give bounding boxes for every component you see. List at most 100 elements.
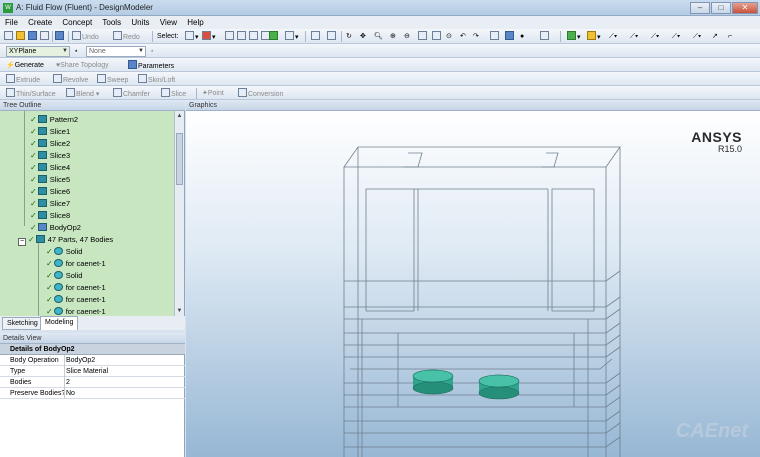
line-tool-4-icon[interactable]: ⟋▾	[672, 31, 680, 42]
magnify-icon[interactable]: ⊙	[446, 31, 452, 42]
tree-item-slice6[interactable]: ✓ Slice6	[30, 186, 70, 198]
skin-loft-button[interactable]: Skin/Loft	[138, 74, 175, 85]
export-icon[interactable]	[40, 31, 50, 42]
body-select-active-icon[interactable]	[269, 31, 279, 42]
box-zoom-icon[interactable]	[418, 31, 428, 42]
annotation-tool-icon[interactable]: ⌐	[728, 31, 732, 42]
close-button[interactable]: ✕	[732, 2, 758, 14]
tree-item-slice5[interactable]: ✓ Slice5	[30, 174, 70, 186]
line-tool-3-icon[interactable]: ⟋▾	[651, 31, 659, 42]
face-filter-icon[interactable]	[249, 31, 259, 42]
tree-item-slice7[interactable]: ✓ Slice7	[30, 198, 70, 210]
tree-item-slice8[interactable]: ✓ Slice8	[30, 210, 70, 222]
details-row[interactable]: Preserve Bodies? No	[0, 388, 185, 399]
thin-surface-button[interactable]: Thin/Surface	[6, 88, 56, 99]
point-filter-icon[interactable]	[225, 31, 235, 42]
blend-button[interactable]: Blend ▾	[66, 88, 99, 99]
point-button[interactable]: ✦Point	[202, 88, 224, 99]
new-plane-icon[interactable]: ⋆	[74, 46, 78, 57]
display-model-icon[interactable]	[505, 31, 515, 42]
menu-concept[interactable]: Concept	[59, 16, 95, 29]
zoom-fit-icon[interactable]	[432, 31, 442, 42]
menu-units[interactable]: Units	[128, 16, 152, 29]
menu-create[interactable]: Create	[25, 16, 55, 29]
details-row[interactable]: Body Operation BodyOp2	[0, 355, 185, 366]
tree-item-slice3[interactable]: ✓ Slice3	[30, 150, 70, 162]
edge-filter-icon[interactable]	[237, 31, 247, 42]
tree-item-body[interactable]: ✓ Solid	[46, 246, 82, 258]
new-sketch-icon[interactable]: ⋆	[150, 46, 154, 57]
graphics-options-icon[interactable]	[540, 31, 550, 42]
share-topology-button[interactable]: ♥Share Topology	[56, 60, 109, 71]
scroll-up-icon[interactable]: ▲	[175, 111, 184, 121]
menu-file[interactable]: File	[2, 16, 21, 29]
cylinder-body-2[interactable]	[478, 374, 520, 400]
chamfer-icon	[113, 88, 122, 97]
details-row[interactable]: Type Slice Material	[0, 366, 185, 377]
undo-button[interactable]: Undo	[72, 31, 99, 42]
line-tool-1-icon[interactable]: ⟋▾	[609, 31, 617, 42]
tree-item-pattern2[interactable]: ✓ Pattern2	[30, 114, 78, 126]
select-all-icon[interactable]	[327, 31, 337, 42]
extrude-button[interactable]: Extrude	[6, 74, 40, 85]
rotate-icon[interactable]: ↻	[346, 31, 352, 42]
redo-button[interactable]: Redo	[113, 31, 140, 42]
tree-item-bodyop2[interactable]: ✓ BodyOp2	[30, 222, 81, 234]
extend-selection-icon[interactable]: ▾	[285, 31, 299, 42]
select-mode-icon[interactable]: ▾	[185, 31, 199, 42]
graphics-viewport[interactable]: ANSYS R15.0 CAEnet	[186, 111, 760, 457]
tree-item-body[interactable]: ✓ for caenet-1	[46, 306, 106, 316]
sweep-button[interactable]: Sweep	[97, 74, 128, 85]
zoom-in-icon[interactable]: ⊕	[390, 31, 396, 42]
new-icon[interactable]	[4, 31, 14, 42]
select-filter-icon[interactable]: ▾	[202, 31, 216, 42]
tree-item-body[interactable]: ✓ for caenet-1	[46, 258, 106, 270]
tree-item-parts[interactable]: − ✓ 47 Parts, 47 Bodies	[18, 234, 113, 246]
line-tool-2-icon[interactable]: ⟋▾	[630, 31, 638, 42]
box-select-icon[interactable]	[311, 31, 321, 42]
tree-item-body[interactable]: ✓ for caenet-1	[46, 282, 106, 294]
screenshot-icon[interactable]	[55, 31, 65, 42]
menu-view[interactable]: View	[157, 16, 180, 29]
previous-view-icon[interactable]: ↶	[460, 31, 466, 42]
tab-sketching[interactable]: Sketching	[2, 317, 43, 330]
details-row[interactable]: Bodies 2	[0, 377, 185, 388]
slice-button[interactable]: Slice	[161, 88, 186, 99]
tree-item-slice1[interactable]: ✓ Slice1	[30, 126, 70, 138]
tree-scrollbar[interactable]: ▲ ▼	[174, 111, 184, 316]
zoom-icon[interactable]: 🔍︎	[374, 31, 383, 42]
pan-icon[interactable]: ✥	[360, 31, 366, 42]
menu-help[interactable]: Help	[184, 16, 206, 29]
menu-tools[interactable]: Tools	[99, 16, 124, 29]
plane-select[interactable]: XYPlane ▼	[6, 46, 70, 57]
line-tool-5-icon[interactable]: ⟋▾	[693, 31, 701, 42]
zoom-out-icon[interactable]: ⊖	[404, 31, 410, 42]
save-icon[interactable]	[28, 31, 38, 42]
parameters-button[interactable]: Parameters	[128, 60, 174, 71]
revolve-button[interactable]: Revolve	[53, 74, 88, 85]
display-style-icon[interactable]: ▾	[567, 31, 581, 42]
arrow-tool-icon[interactable]: ↗	[712, 31, 718, 42]
generate-button[interactable]: ⚡Generate	[6, 60, 44, 71]
sketch-select[interactable]: None ▼	[86, 46, 146, 57]
tree-item-body[interactable]: ✓ for caenet-1	[46, 294, 106, 306]
maximize-button[interactable]: □	[711, 2, 731, 14]
scrollbar-thumb[interactable]	[176, 133, 183, 185]
next-view-icon[interactable]: ↷	[473, 31, 479, 42]
check-icon: ✓	[30, 175, 37, 184]
conversion-button[interactable]: Conversion	[238, 88, 283, 99]
isometric-view-icon[interactable]	[490, 31, 500, 42]
open-icon[interactable]	[16, 31, 26, 42]
display-point-icon[interactable]: ●	[520, 31, 524, 42]
cylinder-body-1[interactable]	[412, 369, 454, 395]
tree-item-slice2[interactable]: ✓ Slice2	[30, 138, 70, 150]
tree-item-body[interactable]: ✓ Solid	[46, 270, 82, 282]
chamfer-button[interactable]: Chamfer	[113, 88, 150, 99]
scroll-down-icon[interactable]: ▼	[175, 306, 184, 316]
select-label: Select:	[157, 33, 179, 40]
solid-body-icon	[53, 295, 63, 303]
tab-modeling[interactable]: Modeling	[40, 316, 79, 330]
minimize-button[interactable]: –	[690, 2, 710, 14]
tree-item-slice4[interactable]: ✓ Slice4	[30, 162, 70, 174]
edge-display-icon[interactable]: ▾	[587, 31, 601, 42]
